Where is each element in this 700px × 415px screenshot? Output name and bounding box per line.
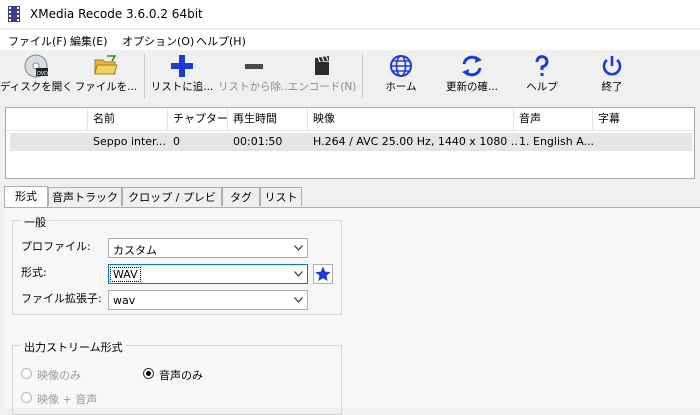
tab-strip: 形式 音声トラック 1 クロップ / プレビュー タグ リスト bbox=[0, 186, 700, 223]
column-header-video[interactable]: 映像 bbox=[307, 108, 513, 130]
menu-options[interactable]: オプション(O) bbox=[122, 33, 194, 49]
open-disc-label: ディスクを開く bbox=[0, 81, 72, 93]
column-header-duration[interactable]: 再生時間 bbox=[227, 108, 308, 130]
window-title: XMedia Recode 3.6.0.2 64bit bbox=[30, 7, 203, 21]
encode-button[interactable]: エンコード(N) bbox=[286, 53, 358, 99]
svg-text:DVD: DVD bbox=[37, 71, 48, 77]
column-header-subtitle[interactable]: 字幕 bbox=[592, 108, 693, 130]
home-label: ホーム bbox=[385, 81, 417, 93]
file-list[interactable]: 名前 チャプター 再生時間 映像 音声 字幕 Seppo inter... 0 … bbox=[5, 107, 695, 179]
audio-only-label: 音声のみ bbox=[159, 369, 203, 382]
clapperboard-icon bbox=[315, 56, 329, 75]
toolbar-separator bbox=[144, 54, 145, 98]
help-label: ヘルプ bbox=[526, 81, 558, 93]
encode-label: エンコード(N) bbox=[287, 81, 357, 93]
chevron-down-icon bbox=[294, 297, 303, 303]
chevron-down-icon bbox=[294, 271, 303, 277]
chevron-down-icon bbox=[294, 245, 303, 251]
table-row[interactable]: Seppo inter... 0 00:01:50 H.264 / AVC 25… bbox=[10, 133, 692, 151]
profile-value: カスタム bbox=[113, 244, 157, 257]
open-file-button[interactable]: ファイルを... bbox=[70, 53, 142, 99]
globe-icon bbox=[390, 55, 412, 77]
cell-audio: 1. English A... bbox=[519, 135, 595, 148]
tab-tags[interactable]: タグ bbox=[222, 187, 260, 206]
check-update-button[interactable]: 更新の確... bbox=[436, 53, 508, 99]
minus-icon bbox=[245, 64, 263, 69]
folder-icon bbox=[94, 55, 118, 75]
remove-from-list-button[interactable]: リストから除... bbox=[218, 53, 290, 99]
cell-subtitle bbox=[594, 133, 694, 151]
menu-edit[interactable]: 編集(E) bbox=[70, 33, 108, 49]
cell-name: Seppo inter... bbox=[93, 135, 167, 148]
cell-video: H.264 / AVC 25.00 Hz, 1440 x 1080 ... bbox=[313, 135, 518, 148]
tab-list[interactable]: リスト bbox=[260, 187, 302, 206]
toolbar-separator bbox=[362, 54, 363, 98]
add-to-list-button[interactable]: リストに追... bbox=[146, 53, 218, 99]
favorite-button[interactable] bbox=[313, 264, 333, 284]
radio-selected-dot bbox=[146, 371, 151, 376]
video-only-label: 映像のみ bbox=[37, 369, 81, 382]
column-header-chapter[interactable]: チャプター bbox=[167, 108, 229, 130]
exit-label: 終了 bbox=[601, 81, 623, 93]
cell-chapter: 0 bbox=[173, 135, 180, 148]
format-label: 形式: bbox=[21, 266, 47, 279]
help-button[interactable]: ヘルプ bbox=[506, 53, 578, 99]
menu-help[interactable]: ヘルプ(H) bbox=[196, 33, 246, 49]
menu-bar: ファイル(F) 編集(E) オプション(O) ヘルプ(H) bbox=[0, 30, 700, 50]
remove-from-list-label: リストから除... bbox=[218, 81, 290, 93]
title-bar: XMedia Recode 3.6.0.2 64bit bbox=[0, 0, 700, 28]
radio-circle bbox=[143, 368, 154, 379]
column-header-name[interactable]: 名前 bbox=[87, 108, 170, 130]
radio-circle bbox=[21, 392, 32, 403]
column-header-audio[interactable]: 音声 bbox=[513, 108, 593, 130]
format-value: WAV bbox=[110, 267, 141, 282]
plus-icon bbox=[171, 55, 193, 77]
extension-select[interactable]: wav bbox=[108, 290, 308, 310]
open-file-label: ファイルを... bbox=[74, 81, 138, 93]
check-update-label: 更新の確... bbox=[445, 81, 498, 93]
menu-file[interactable]: ファイル(F) bbox=[8, 33, 67, 49]
video-audio-label: 映像 + 音声 bbox=[37, 393, 98, 406]
question-mark-icon bbox=[535, 55, 549, 76]
format-select[interactable]: WAV bbox=[108, 264, 308, 284]
cell-duration: 00:01:50 bbox=[233, 135, 283, 148]
star-icon bbox=[315, 266, 331, 281]
tab-crop-preview[interactable]: クロップ / プレビュー bbox=[122, 187, 222, 223]
radio-circle bbox=[21, 368, 32, 379]
home-button[interactable]: ホーム bbox=[365, 53, 437, 99]
refresh-icon bbox=[462, 55, 482, 77]
file-list-header: 名前 チャプター 再生時間 映像 音声 字幕 bbox=[6, 108, 694, 131]
add-to-list-label: リストに追... bbox=[150, 81, 214, 93]
tab-audio-track-1[interactable]: 音声トラック 1 bbox=[48, 187, 122, 223]
film-strip-icon bbox=[8, 6, 20, 22]
extension-label: ファイル拡張子: bbox=[21, 292, 102, 305]
extension-value: wav bbox=[113, 294, 136, 307]
disc-icon: DVD bbox=[24, 54, 48, 78]
exit-button[interactable]: 終了 bbox=[576, 53, 648, 99]
profile-label: プロファイル: bbox=[21, 240, 91, 253]
general-group-title: 一般 bbox=[21, 214, 49, 230]
output-stream-title: 出力ストリーム形式 bbox=[21, 339, 126, 355]
open-disc-button[interactable]: DVD ディスクを開く bbox=[0, 53, 72, 99]
profile-select[interactable]: カスタム bbox=[108, 238, 308, 258]
tab-format[interactable]: 形式 bbox=[4, 186, 48, 207]
toolbar: DVD ディスクを開く ファイルを... リストに追... リストから除... … bbox=[0, 50, 700, 102]
format-panel: 一般 プロファイル: カスタム 形式: WAV ファイル拡張子: wav 出力ス… bbox=[4, 207, 700, 415]
power-icon bbox=[602, 56, 622, 76]
